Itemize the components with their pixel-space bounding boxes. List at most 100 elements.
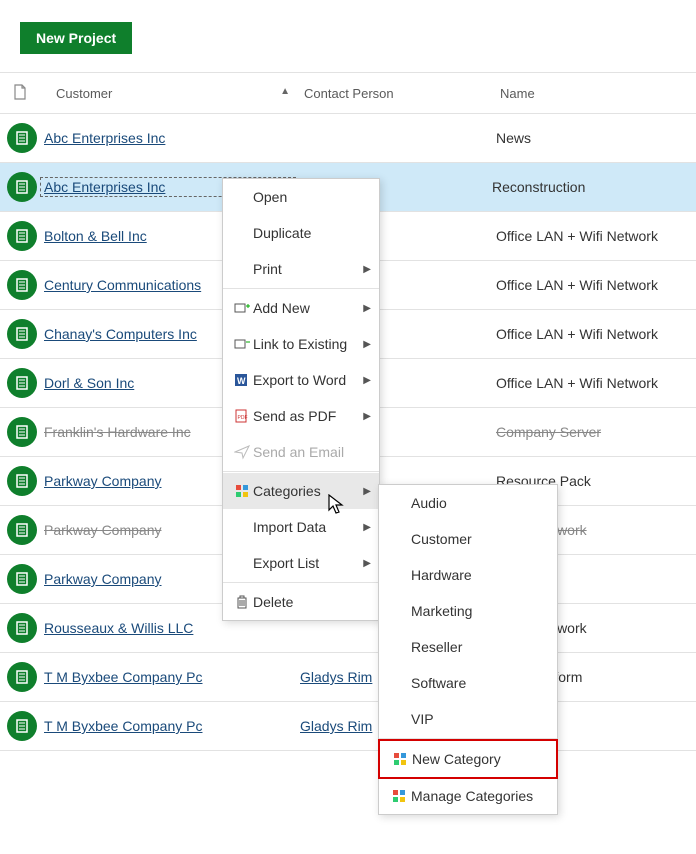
word-icon: W [231,372,253,388]
menu-add-new[interactable]: Add New ▶ [223,290,379,326]
customer-cell: Rousseaux & Willis LLC [44,620,300,636]
submenu-label: Hardware [411,567,549,583]
menu-export-word[interactable]: W Export to Word ▶ [223,362,379,398]
customer-link[interactable]: Franklin's Hardware Inc [44,424,191,440]
row-icon-cell [0,221,44,251]
toolbar: New Project [0,0,696,72]
submenu-category-item[interactable]: VIP [379,701,557,737]
submenu-manage-categories[interactable]: Manage Categories [379,778,557,814]
customer-link[interactable]: Abc Enterprises Inc [44,130,165,146]
table-row[interactable]: T M Byxbee Company PcGladys Rimation Pla… [0,653,696,702]
chevron-right-icon: ▶ [363,303,371,314]
name-cell: Reconstruction [492,179,696,195]
submenu-label: Marketing [411,603,549,619]
document-icon [12,84,28,100]
menu-categories[interactable]: Categories ▶ [223,473,379,509]
svg-text:W: W [237,376,246,386]
customer-cell: Abc Enterprises Inc [44,130,300,146]
row-icon-cell [0,319,44,349]
project-icon [7,221,37,251]
menu-export-list[interactable]: Export List ▶ [223,545,379,581]
customer-link[interactable]: Abc Enterprises Inc [44,179,165,195]
row-icon-cell [0,417,44,447]
header-col-icon[interactable] [0,84,56,103]
customer-link[interactable]: Parkway Company [44,473,162,489]
chevron-right-icon: ▶ [363,339,371,350]
customer-link[interactable]: Century Communications [44,277,201,293]
delete-icon [231,594,253,610]
categories-icon [388,751,412,767]
row-icon-cell [0,172,44,202]
sort-ascending-icon: ▲ [280,86,290,97]
header-label-name: Name [500,86,535,101]
name-cell: Office LAN + Wifi Network [496,375,696,391]
name-cell: Office LAN + Wifi Network [496,277,696,293]
submenu-label: Software [411,675,549,691]
customer-link[interactable]: Rousseaux & Willis LLC [44,620,193,636]
row-icon-cell [0,466,44,496]
header-col-name[interactable]: Name [500,86,696,101]
send-email-icon [231,444,253,460]
customer-link[interactable]: Bolton & Bell Inc [44,228,147,244]
row-icon-cell [0,368,44,398]
customer-link[interactable]: T M Byxbee Company Pc [44,718,202,734]
submenu-label: VIP [411,711,549,727]
table-row[interactable]: Abc Enterprises IncNews [0,114,696,163]
menu-delete[interactable]: Delete [223,584,379,620]
submenu-label: Audio [411,495,549,511]
add-new-icon [231,300,253,316]
menu-link-existing[interactable]: Link to Existing ▶ [223,326,379,362]
row-icon-cell [0,123,44,153]
project-icon [7,417,37,447]
submenu-category-item[interactable]: Audio [379,485,557,521]
submenu-category-item[interactable]: Hardware [379,557,557,593]
submenu-label: Customer [411,531,549,547]
menu-print[interactable]: Print ▶ [223,251,379,287]
header-col-customer[interactable]: Customer ▲ [56,86,304,101]
submenu-new-category[interactable]: New Category [380,741,556,777]
customer-link[interactable]: Dorl & Son Inc [44,375,134,391]
project-icon [7,515,37,545]
menu-import-data[interactable]: Import Data ▶ [223,509,379,545]
submenu-category-item[interactable]: Software [379,665,557,701]
project-icon [7,123,37,153]
customer-link[interactable]: Parkway Company [44,571,162,587]
new-project-button[interactable]: New Project [20,22,132,54]
chevron-right-icon: ▶ [363,486,371,497]
row-icon-cell [0,564,44,594]
table-header: Customer ▲ Contact Person Name [0,72,696,114]
menu-send-email: Send an Email [223,434,379,470]
chevron-right-icon: ▶ [363,375,371,386]
header-label-customer: Customer [56,86,112,101]
categories-submenu: Audio Customer Hardware Marketing Reseller So… [378,484,558,815]
submenu-category-item[interactable]: Reseller [379,629,557,665]
project-icon [7,172,37,202]
name-cell: Office LAN + Wifi Network [496,228,696,244]
categories-icon [387,788,411,804]
name-cell: Company Server [496,424,696,440]
submenu-category-item[interactable]: Marketing [379,593,557,629]
chevron-right-icon: ▶ [363,558,371,569]
menu-send-pdf[interactable]: PDF Send as PDF ▶ [223,398,379,434]
project-icon [7,270,37,300]
menu-duplicate[interactable]: Duplicate [223,215,379,251]
svg-text:PDF: PDF [238,415,248,421]
customer-cell: T M Byxbee Company Pc [44,669,300,685]
submenu-category-item[interactable]: Customer [379,521,557,557]
project-icon [7,711,37,741]
menu-open[interactable]: Open [223,179,379,215]
contact-link[interactable]: Gladys Rim [300,718,372,734]
table-row[interactable]: T M Byxbee Company PcGladys RimServer [0,702,696,751]
submenu-label: Reseller [411,639,549,655]
project-icon [7,466,37,496]
header-label-contact: Contact Person [304,86,394,101]
project-icon [7,564,37,594]
customer-link[interactable]: T M Byxbee Company Pc [44,669,202,685]
chevron-right-icon: ▶ [363,264,371,275]
customer-link[interactable]: Chanay's Computers Inc [44,326,197,342]
contact-link[interactable]: Gladys Rim [300,669,372,685]
customer-link[interactable]: Parkway Company [44,522,162,538]
header-col-contact[interactable]: Contact Person [304,86,500,101]
name-cell: Office LAN + Wifi Network [496,326,696,342]
row-icon-cell [0,515,44,545]
